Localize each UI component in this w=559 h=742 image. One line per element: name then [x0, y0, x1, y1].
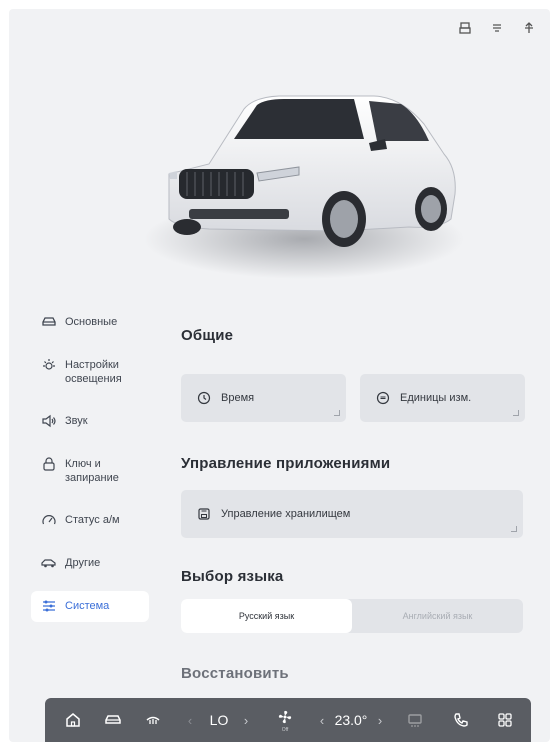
language-option-russian[interactable]: Русский язык: [181, 599, 352, 633]
settings-screen: Основные Настройки освещения Звук Ключ и…: [9, 9, 550, 742]
defrost-button[interactable]: [141, 698, 165, 742]
storage-management-label: Управление хранилищем: [221, 508, 351, 520]
sidebar-item-system[interactable]: Система: [31, 591, 149, 622]
sidebar-item-label: Настройки освещения: [65, 359, 122, 385]
sidebar-item-label: Основные: [65, 316, 118, 328]
signal-icon[interactable]: [522, 21, 536, 35]
time-tile-label: Время: [221, 392, 255, 404]
right-temp-value: 23.0°: [334, 712, 368, 728]
storage-icon: [197, 507, 211, 521]
sidebar-item-key-lock[interactable]: Ключ и запирание: [31, 449, 149, 493]
expand-corner-icon: [511, 526, 517, 532]
right-temp-decrease[interactable]: ‹: [315, 698, 329, 742]
section-title-apps: Управление приложениями: [181, 455, 391, 472]
home-button[interactable]: [61, 698, 85, 742]
speaker-icon: [41, 413, 57, 429]
car-side-icon: [41, 555, 57, 571]
light-icon: [41, 357, 57, 373]
storage-management-tile[interactable]: Управление хранилищем: [181, 490, 523, 538]
sidebar-item-sound[interactable]: Звук: [31, 406, 149, 437]
car-outline-icon: [41, 314, 57, 330]
units-tile[interactable]: Единицы изм.: [360, 374, 525, 422]
sidebar-item-car-status[interactable]: Статус а/м: [31, 505, 149, 536]
sidebar-item-other[interactable]: Другие: [31, 548, 149, 579]
expand-corner-icon: [513, 410, 519, 416]
car-button[interactable]: [101, 698, 125, 742]
sidebar-item-lighting[interactable]: Настройки освещения: [31, 350, 149, 394]
phone-icon: [454, 713, 468, 727]
fan-button[interactable]: Off: [271, 698, 299, 742]
sliders-icon: [41, 598, 57, 614]
section-title-language: Выбор языка: [181, 568, 284, 585]
status-bar: [458, 21, 536, 35]
units-icon: [376, 391, 390, 405]
section-title-general: Общие: [181, 327, 234, 344]
apps-grid-icon: [498, 713, 512, 727]
expand-corner-icon: [334, 410, 340, 416]
sidebar-item-label: Звук: [65, 415, 88, 427]
sidebar-item-general[interactable]: Основные: [31, 307, 149, 338]
fan-label: Off: [281, 726, 289, 733]
car-icon: [105, 715, 121, 724]
left-temp-value: LO: [209, 712, 229, 728]
language-selector: Русский язык Английский язык: [181, 599, 523, 633]
sidebar-item-label: Другие: [65, 557, 101, 569]
rear-defrost-button[interactable]: [403, 698, 427, 742]
left-temp-increase[interactable]: ›: [239, 698, 253, 742]
phone-button[interactable]: [449, 698, 473, 742]
time-tile[interactable]: Время: [181, 374, 346, 422]
profile-icon[interactable]: [458, 21, 472, 35]
apps-grid-button[interactable]: [493, 698, 517, 742]
language-option-english[interactable]: Английский язык: [352, 599, 523, 633]
climate-dock: ‹ LO › Off ‹ 23.0° ›: [45, 698, 531, 742]
fan-icon: [278, 710, 292, 723]
bluetooth-icon[interactable]: [490, 21, 504, 35]
lock-icon: [41, 456, 57, 472]
left-temp-decrease[interactable]: ‹: [183, 698, 197, 742]
section-title-restore: Восстановить: [181, 665, 289, 682]
sidebar-item-label: Статус а/м: [65, 514, 120, 526]
car-image: [139, 69, 469, 299]
units-tile-label: Единицы изм.: [400, 392, 472, 404]
sidebar-item-label: Система: [65, 600, 110, 612]
clock-icon: [197, 391, 211, 405]
right-temp-increase[interactable]: ›: [373, 698, 387, 742]
rear-defrost-icon: [408, 714, 422, 727]
sidebar-item-label: Ключ и запирание: [65, 458, 119, 484]
gauge-icon: [41, 512, 57, 528]
settings-sidebar: Основные Настройки освещения Звук Ключ и…: [31, 307, 149, 634]
defrost-icon: [146, 716, 160, 724]
home-icon: [66, 713, 80, 727]
system-settings-panel: Общие Время Единицы изм. Управление прил…: [181, 319, 526, 682]
